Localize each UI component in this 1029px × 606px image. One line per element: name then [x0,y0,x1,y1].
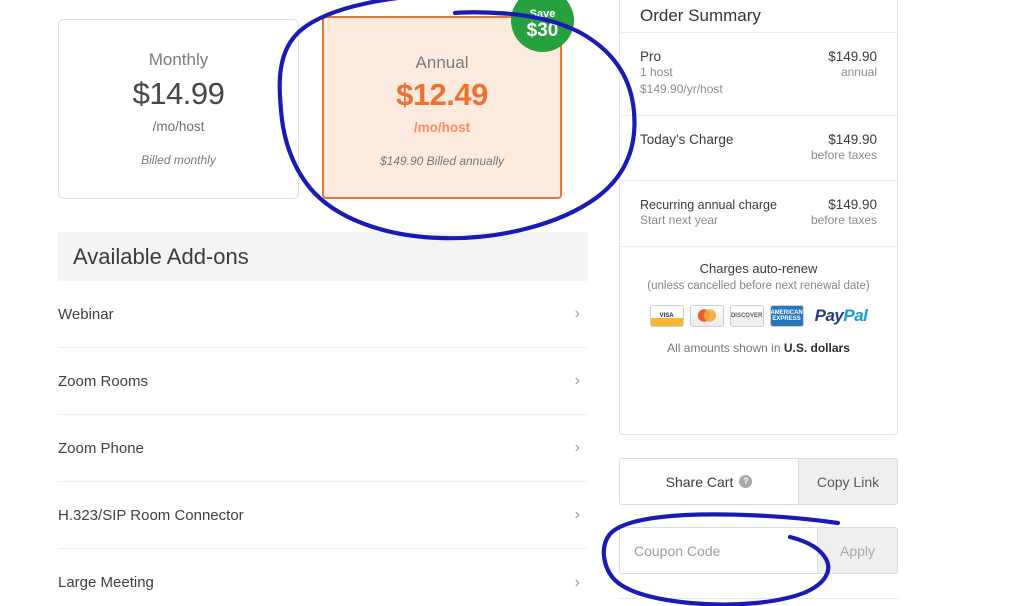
amex-icon: AMERICAN EXPRESS [769,304,804,327]
summary-item-period: annual [840,65,877,79]
chevron-right-icon[interactable]: › [575,507,580,523]
chevron-right-icon[interactable]: › [575,373,580,389]
mastercard-icon [689,304,724,327]
summary-item-amount: $149.90 [828,49,877,64]
plan-billed-monthly: Billed monthly [141,153,216,167]
plan-unit-monthly: /mo/host [152,119,205,134]
order-summary-panel: Order Summary Pro $149.90 1 host annual … [619,0,898,435]
summary-line-recurring-charge: Recurring annual charge $149.90 Start ne… [620,181,897,247]
plan-price-monthly: $14.99 [132,76,225,111]
addons-title: Available Add-ons [73,243,249,269]
copy-link-button[interactable]: Copy Link [798,459,897,504]
summary-line-todays-charge: Today's Charge $149.90 before taxes [620,116,897,182]
plan-unit-annual: /mo/host [413,120,471,135]
summary-item-rate: $149.90/yr/host [640,82,723,97]
payment-methods-row: VISA DISCOVER AMERICAN EXPRESS PayPal [636,304,881,327]
summary-line-pro: Pro $149.90 1 host annual $149.90/yr/hos… [620,33,897,116]
addon-label: Webinar [58,305,114,323]
summary-item-hosts: 1 host [640,65,673,79]
discover-icon: DISCOVER [729,304,764,327]
coupon-bar: Coupon Code Apply [619,527,898,574]
addons-header: Available Add-ons [58,232,588,281]
visa-icon: VISA [649,304,684,327]
share-cart-bar: Share Cart ? Copy Link [619,458,898,505]
auto-renew-title: Charges auto-renew [699,260,818,276]
addon-label: Large Meeting [58,574,154,591]
paypal-part2: Pal [843,305,868,325]
summary-item-tax-note: before taxes [810,213,877,228]
summary-item-name: Pro [640,49,662,64]
currency-note-strong: U.S. dollars [783,340,850,355]
currency-note: All amounts shown in U.S. dollars [636,341,881,355]
currency-note-prefix: All amounts shown in [667,340,784,355]
summary-item-amount: $149.90 [828,131,877,147]
addon-row-zoom-rooms[interactable]: Zoom Rooms › [58,348,588,415]
summary-item-name: Today's Charge [640,131,734,147]
auto-renew-note: (unless cancelled before next renewal da… [647,279,870,292]
addon-label: Zoom Phone [58,439,144,457]
plan-card-monthly[interactable]: Monthly $14.99 /mo/host Billed monthly [58,19,299,199]
addon-row-zoom-phone[interactable]: Zoom Phone › [58,415,588,482]
coupon-input[interactable]: Coupon Code [620,528,817,573]
plan-name-annual: Annual [415,53,469,72]
summary-item-amount: $149.90 [828,197,877,213]
copy-link-label: Copy Link [816,473,880,490]
addon-label: H.323/SIP Room Connector [58,506,244,524]
auto-renew-block: Charges auto-renew (unless cancelled bef… [620,247,897,367]
apply-coupon-button[interactable]: Apply [817,528,897,573]
help-circle-icon[interactable]: ? [739,475,753,488]
summary-item-start-note: Start next year [640,213,719,228]
paypal-part1: Pay [814,305,844,325]
apply-label: Apply [839,542,876,559]
chevron-right-icon[interactable]: › [575,440,580,456]
plan-price-annual: $12.49 [396,77,488,112]
plan-billed-annual: $149.90 Billed annually [379,154,505,168]
addons-list: Webinar › Zoom Rooms › Zoom Phone › H.32… [58,281,588,606]
addon-row-webinar[interactable]: Webinar › [58,281,588,348]
addon-label: Zoom Rooms [58,372,149,390]
order-summary-header: Order Summary [620,0,897,33]
chevron-right-icon[interactable]: › [575,306,580,322]
paypal-icon: PayPal [815,306,868,326]
coupon-placeholder: Coupon Code [634,542,721,559]
checkout-page: Monthly $14.99 /mo/host Billed monthly A… [0,0,1029,606]
order-summary-title: Order Summary [640,6,761,25]
chevron-right-icon[interactable]: › [575,574,580,591]
addon-row-large-meeting[interactable]: Large Meeting › [58,549,588,606]
summary-item-tax-note: before taxes [810,147,877,162]
share-cart-label: Share Cart [665,473,734,490]
panel-bottom-divider [619,598,898,599]
share-cart-button[interactable]: Share Cart ? [620,459,798,504]
summary-item-name: Recurring annual charge [640,198,777,213]
plan-name-monthly: Monthly [148,50,209,69]
save-badge-amount: $30 [526,19,559,41]
addon-row-h323-sip-room-connector[interactable]: H.323/SIP Room Connector › [58,482,588,549]
